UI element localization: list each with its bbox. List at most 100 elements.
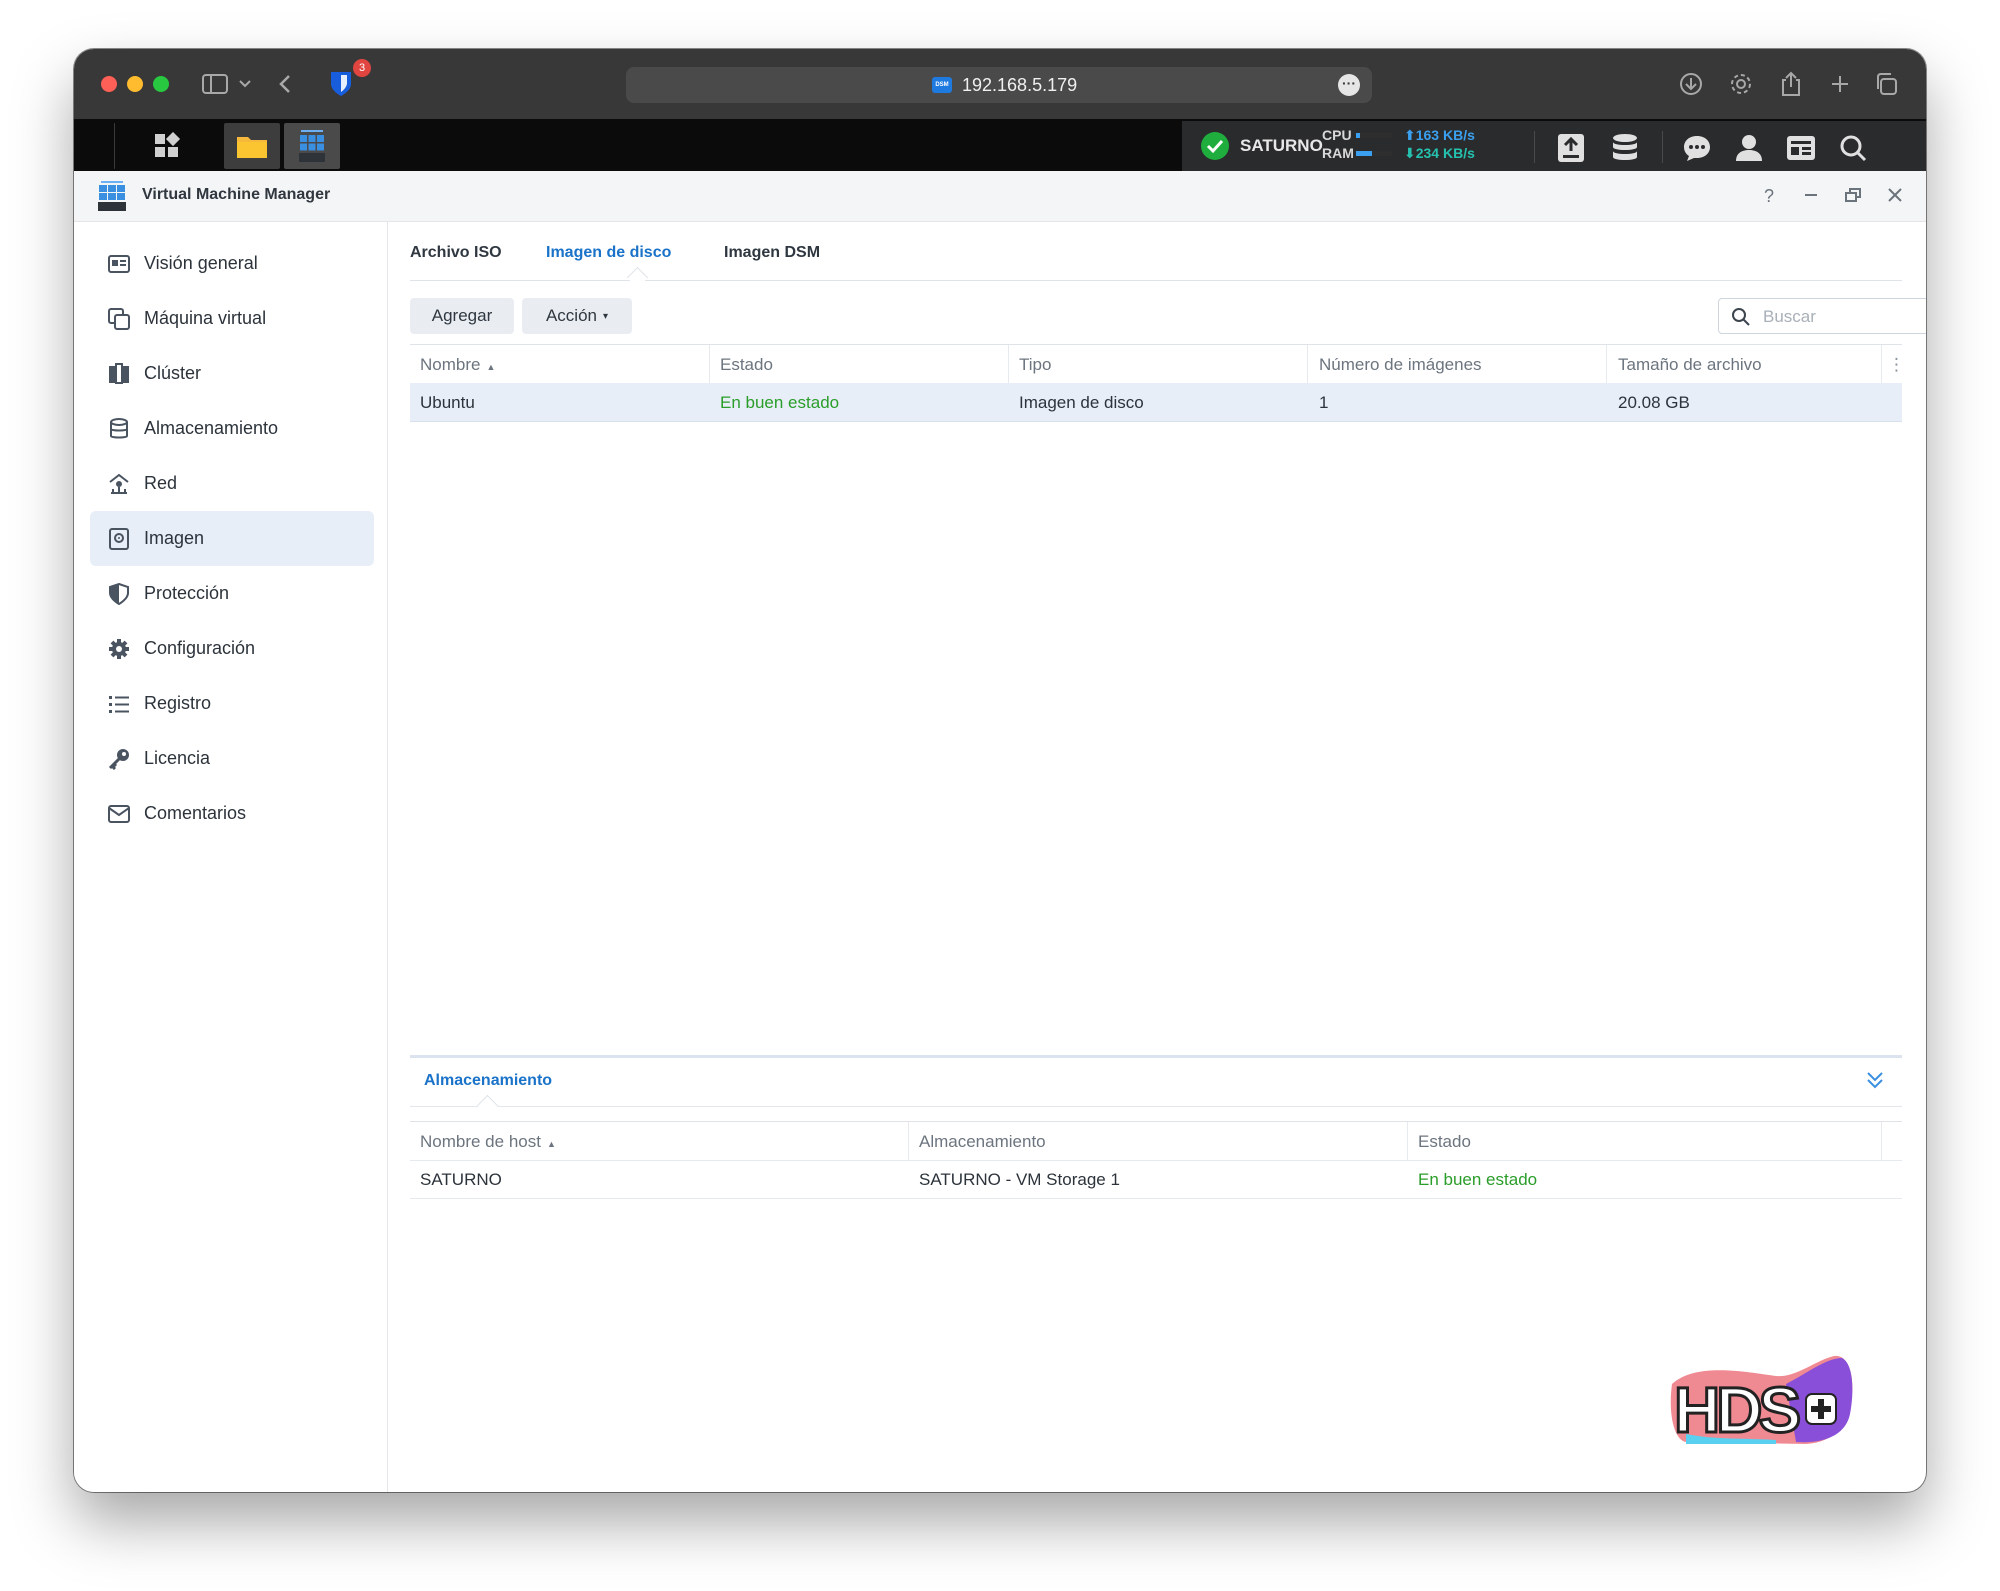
column-header-status[interactable]: Estado bbox=[1418, 1132, 1471, 1152]
add-button[interactable]: Agregar bbox=[410, 298, 514, 334]
sidebar-item-label: Almacenamiento bbox=[144, 418, 279, 438]
storage-database-icon[interactable] bbox=[1608, 131, 1642, 165]
user-account-icon[interactable] bbox=[1732, 131, 1766, 165]
sidebar-item-protection[interactable]: Protección bbox=[90, 566, 374, 621]
help-button[interactable]: ? bbox=[1756, 183, 1782, 209]
storage-panel-header: Almacenamiento bbox=[410, 1055, 1902, 1117]
action-label: Acción bbox=[545, 306, 597, 325]
image-tabs: Archivo ISO Imagen de disco Imagen DSM bbox=[410, 222, 1902, 289]
new-tab-icon[interactable] bbox=[1823, 67, 1857, 101]
storage-icon bbox=[106, 416, 132, 442]
column-header-type[interactable]: Tipo bbox=[1019, 355, 1051, 375]
address-bar[interactable]: DSM 192.168.5.179 ··· bbox=[626, 67, 1372, 103]
widgets-icon[interactable] bbox=[1784, 131, 1818, 165]
file-station-taskbar-button[interactable] bbox=[224, 123, 280, 169]
app-title: Virtual Machine Manager bbox=[142, 186, 331, 203]
network-icon bbox=[106, 471, 132, 497]
action-dropdown-button[interactable]: Acción ▾ bbox=[522, 298, 632, 334]
tab-iso-file[interactable]: Archivo ISO bbox=[410, 244, 502, 262]
server-name: SATURNO bbox=[1240, 136, 1323, 155]
column-header-host[interactable]: Nombre de host ▲ bbox=[420, 1132, 556, 1152]
column-header-storage[interactable]: Almacenamiento bbox=[919, 1132, 1046, 1152]
column-separator[interactable] bbox=[1881, 345, 1882, 383]
sidebar-item-image[interactable]: Imagen bbox=[90, 511, 374, 566]
cpu-label: CPU bbox=[1322, 127, 1352, 143]
cell-storage: SATURNO - VM Storage 1 bbox=[919, 1170, 1120, 1189]
sidebar-item-virtual-machine[interactable]: Máquina virtual bbox=[90, 291, 374, 346]
chevron-down-icon[interactable] bbox=[228, 67, 262, 101]
tab-dsm-image[interactable]: Imagen DSM bbox=[724, 244, 820, 262]
back-icon[interactable] bbox=[268, 67, 302, 101]
sidebar-item-label: Configuración bbox=[144, 638, 256, 658]
notifications-chat-icon[interactable] bbox=[1680, 131, 1714, 165]
mail-icon bbox=[106, 801, 132, 827]
column-separator[interactable] bbox=[1606, 345, 1607, 383]
cell-file-size: 20.08 GB bbox=[1618, 393, 1690, 412]
column-separator[interactable] bbox=[1407, 1122, 1408, 1160]
browser-window: 3 DSM 192.168.5.179 ··· SATURNO CPU RAM … bbox=[74, 49, 1926, 1492]
vmm-taskbar-button[interactable] bbox=[284, 123, 340, 169]
column-separator[interactable] bbox=[709, 345, 710, 383]
search-input[interactable]: Buscar bbox=[1718, 298, 1926, 334]
column-header-file-size[interactable]: Tamaño de archivo bbox=[1618, 355, 1762, 375]
cpu-meter bbox=[1356, 133, 1392, 138]
key-icon bbox=[106, 746, 132, 772]
settings-gear-icon[interactable] bbox=[1724, 67, 1758, 101]
upload-queue-icon[interactable] bbox=[1554, 131, 1588, 165]
tab-overview-icon[interactable] bbox=[1869, 67, 1903, 101]
column-separator[interactable] bbox=[1881, 1122, 1882, 1160]
search-icon bbox=[1732, 308, 1750, 326]
column-separator[interactable] bbox=[1008, 345, 1009, 383]
minimize-icon bbox=[1805, 194, 1817, 196]
sidebar-item-cluster[interactable]: Clúster bbox=[90, 346, 374, 401]
sidebar-item-label: Protección bbox=[144, 583, 230, 603]
table-row[interactable]: SATURNO SATURNO - VM Storage 1 En buen e… bbox=[410, 1160, 1902, 1199]
password-manager-extension-icon[interactable] bbox=[324, 67, 358, 101]
status-divider-2 bbox=[1662, 131, 1663, 163]
column-options-icon[interactable]: ⋮ bbox=[1888, 355, 1905, 375]
collapse-chevrons-icon[interactable] bbox=[1866, 1070, 1884, 1090]
download-rate-value: 234 KB/s bbox=[1415, 145, 1475, 161]
storage-panel-title[interactable]: Almacenamiento bbox=[424, 1072, 552, 1090]
share-icon[interactable] bbox=[1774, 67, 1808, 101]
sidebar-item-license[interactable]: Licencia bbox=[90, 731, 374, 786]
minimize-window-button[interactable] bbox=[127, 76, 143, 92]
sidebar-toggle-icon[interactable] bbox=[198, 67, 232, 101]
column-header-label: Nombre bbox=[420, 355, 481, 374]
cluster-icon bbox=[106, 361, 132, 387]
column-header-name[interactable]: Nombre ▲ bbox=[420, 355, 495, 375]
minimize-app-button[interactable] bbox=[1798, 183, 1824, 209]
column-header-image-count[interactable]: Número de imágenes bbox=[1319, 355, 1482, 375]
more-options-icon[interactable]: ··· bbox=[1338, 74, 1360, 96]
sidebar-item-label: Registro bbox=[144, 693, 212, 713]
main-menu-button[interactable] bbox=[122, 123, 212, 169]
close-window-button[interactable] bbox=[101, 76, 117, 92]
sidebar-item-label: Licencia bbox=[144, 748, 211, 768]
active-panel-indicator bbox=[476, 1094, 499, 1117]
restore-app-button[interactable] bbox=[1840, 183, 1866, 209]
close-app-button[interactable] bbox=[1882, 183, 1908, 209]
search-icon[interactable] bbox=[1836, 131, 1870, 165]
gear-icon bbox=[106, 636, 132, 662]
close-icon bbox=[1888, 188, 1902, 202]
column-separator[interactable] bbox=[908, 1122, 909, 1160]
cpu-meter-fill bbox=[1356, 133, 1361, 138]
sidebar-item-storage[interactable]: Almacenamiento bbox=[90, 401, 374, 456]
sidebar-item-log[interactable]: Registro bbox=[90, 676, 374, 731]
upload-rate: ⬆163 KB/s bbox=[1404, 127, 1475, 144]
zoom-window-button[interactable] bbox=[153, 76, 169, 92]
download-arrow-icon: ⬇ bbox=[1404, 145, 1416, 161]
column-header-status[interactable]: Estado bbox=[720, 355, 773, 375]
sidebar-item-network[interactable]: Red bbox=[90, 456, 374, 511]
vmm-app-icon bbox=[98, 181, 126, 211]
sidebar-item-settings[interactable]: Configuración bbox=[90, 621, 374, 676]
download-icon[interactable] bbox=[1674, 67, 1708, 101]
sidebar-item-feedback[interactable]: Comentarios bbox=[90, 786, 374, 841]
caret-down-icon: ▾ bbox=[603, 310, 609, 322]
sidebar-item-overview[interactable]: Visión general bbox=[90, 236, 374, 291]
table-row[interactable]: Ubuntu En buen estado Imagen de disco 1 … bbox=[410, 383, 1902, 422]
image-icon bbox=[106, 526, 132, 552]
column-separator[interactable] bbox=[1307, 345, 1308, 383]
tab-disk-image[interactable]: Imagen de disco bbox=[546, 244, 671, 262]
search-placeholder: Buscar bbox=[1763, 307, 1816, 326]
